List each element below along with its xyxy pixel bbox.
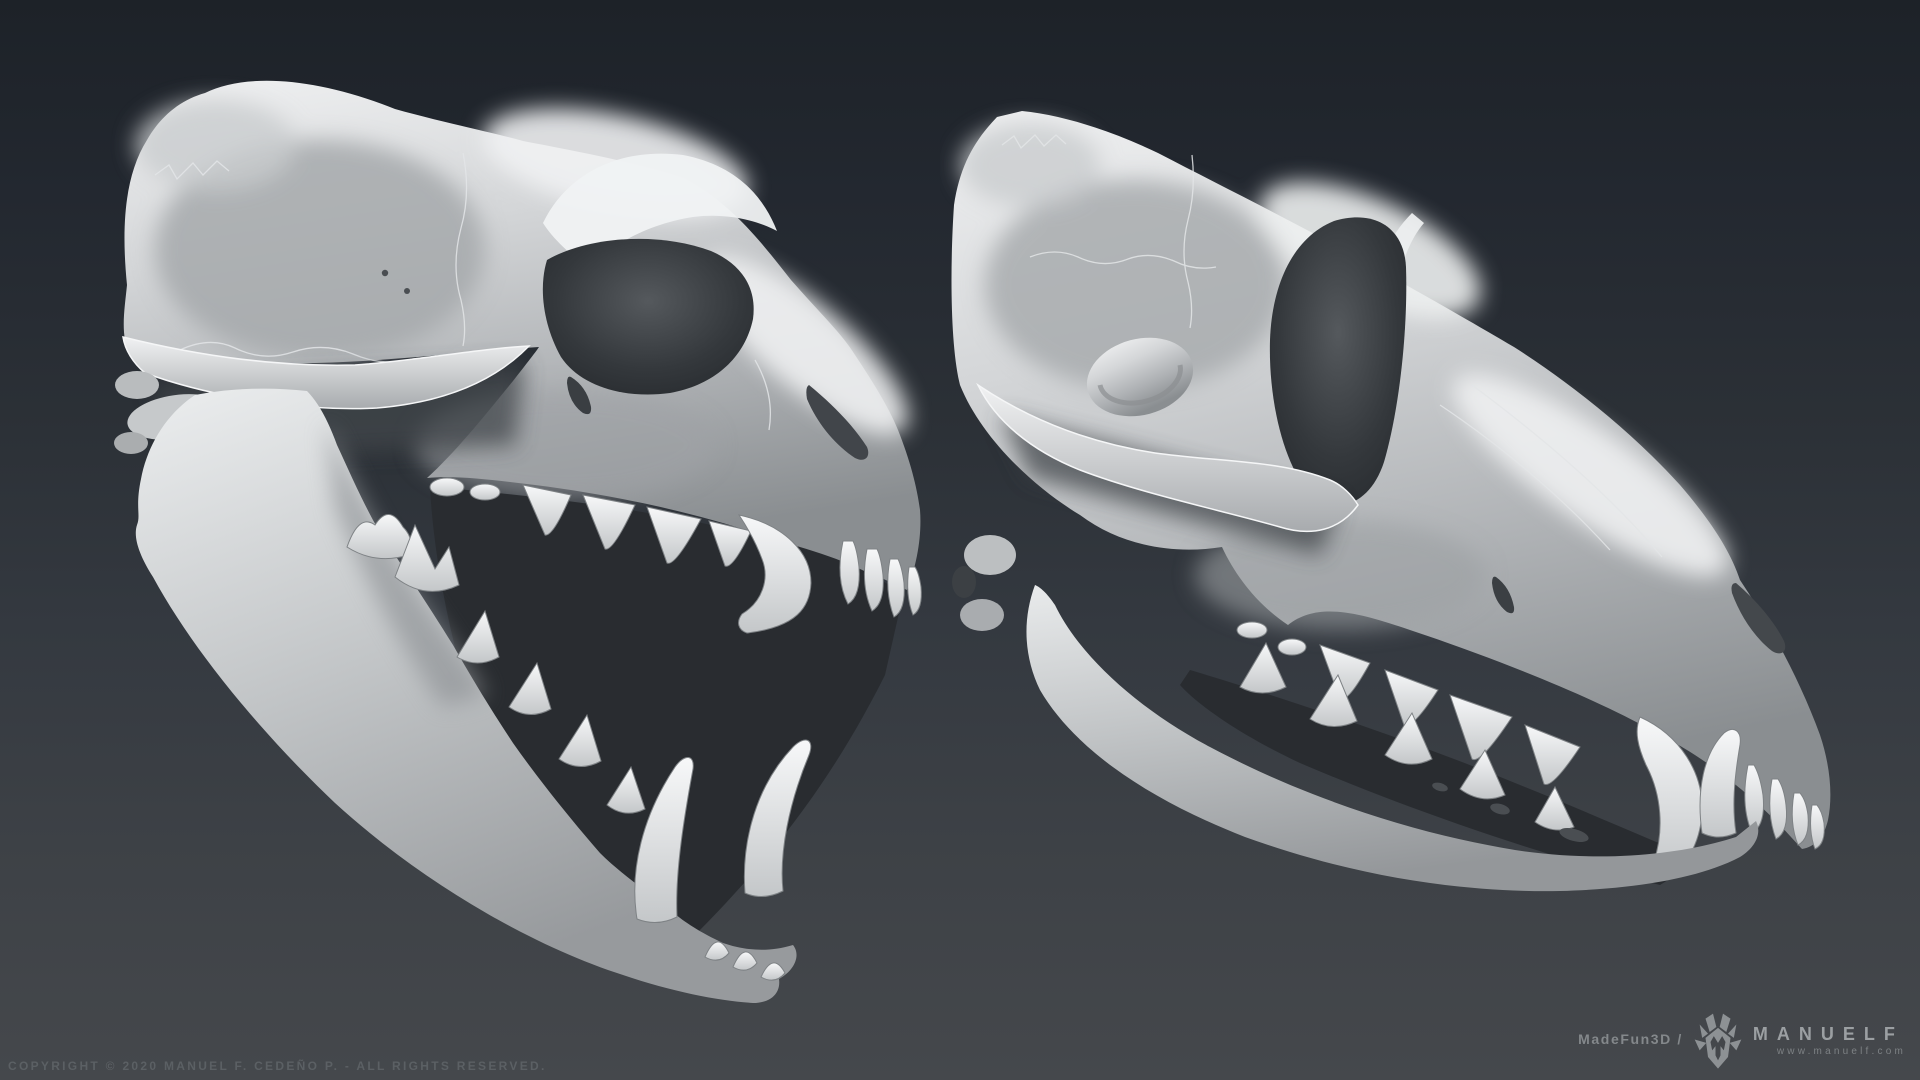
right-skull-condyle — [960, 599, 1004, 631]
left-skull-occiput-fragment — [114, 432, 148, 454]
right-skull-render — [951, 111, 1831, 892]
left-skull-foramen-dot — [404, 288, 410, 294]
deer-head-logo-icon — [1694, 1013, 1742, 1069]
left-skull-foramen-dot — [381, 269, 389, 277]
brand-name: MANUELF — [1752, 1023, 1904, 1044]
brand-block: MANUELF www.manuelf.com — [1753, 1024, 1906, 1061]
right-skull-condyle — [964, 535, 1016, 575]
right-skull-condyle-shadow — [952, 566, 976, 598]
render-canvas: COPYRIGHT © 2020 MANUEL F. CEDEÑO P. - A… — [0, 0, 1920, 1080]
studio-name: MadeFun3D / — [1578, 1031, 1683, 1047]
left-skull-occiput-fragment — [115, 371, 159, 399]
website-url: www.manuelf.com — [1776, 1045, 1906, 1057]
left-skull-render — [114, 80, 922, 1004]
copyright-text: COPYRIGHT © 2020 MANUEL F. CEDEÑO P. - A… — [8, 1059, 547, 1073]
artist-credits: MadeFun3D / MANUELF www.manuelf.com — [1578, 1012, 1906, 1072]
